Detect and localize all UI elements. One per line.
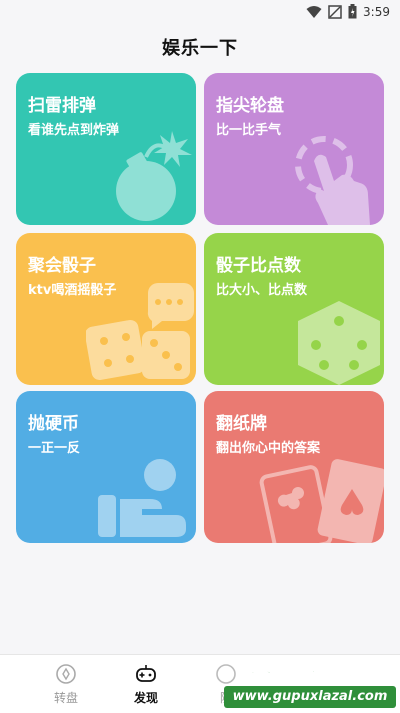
bomb-icon xyxy=(116,131,192,221)
card-title: 指尖轮盘 xyxy=(216,96,284,116)
nav-label: 发现 xyxy=(133,691,158,705)
no-signal-icon xyxy=(328,4,342,19)
watermark-logo: 谷普软件园 www.gupuxlazal.com xyxy=(220,652,396,712)
card-subtitle: 一正一反 xyxy=(28,441,81,456)
dice-icon xyxy=(298,301,380,385)
page-title: 娱乐一下 xyxy=(162,38,238,59)
card-dice-compare[interactable]: 骰子比点数 比大小、比点数 xyxy=(204,233,384,385)
card-title: 聚会骰子 xyxy=(28,256,96,276)
card-finger-roulette[interactable]: 指尖轮盘 比一比手气 xyxy=(204,73,384,225)
card-party-dice[interactable]: 聚会骰子 ktv喝酒摇骰子 xyxy=(16,233,196,385)
nav-item-wheel[interactable]: 转盘 xyxy=(26,655,106,713)
watermark-title: 谷普软件园 xyxy=(249,660,370,686)
dice-chat-icon xyxy=(86,283,194,381)
coin-hand-icon xyxy=(98,459,186,537)
card-flip-cards[interactable]: 翻纸牌 翻出你心中的答案 xyxy=(204,391,384,543)
status-time: 3:59 xyxy=(363,4,390,19)
wheel-icon xyxy=(56,664,76,684)
nav-label: 转盘 xyxy=(53,691,78,705)
card-title: 扫雷排弹 xyxy=(28,96,96,116)
card-minesweeper[interactable]: 扫雷排弹 看谁先点到炸弹 xyxy=(16,73,196,225)
card-title: 抛硬币 xyxy=(28,414,79,434)
card-subtitle: 比一比手气 xyxy=(216,123,282,138)
card-title: 骰子比点数 xyxy=(216,256,301,276)
card-coin-toss[interactable]: 抛硬币 一正一反 xyxy=(16,391,196,543)
title-bar: 娱乐一下 xyxy=(0,24,400,70)
nav-item-discover[interactable]: 发现 xyxy=(106,655,186,713)
watermark-url: www.gupuxlazal.com xyxy=(224,686,396,708)
gamepad-icon xyxy=(136,665,156,682)
card-title: 翻纸牌 xyxy=(216,414,267,434)
cards-icon xyxy=(259,459,384,543)
wifi-icon xyxy=(306,5,322,18)
status-icons: 3:59 xyxy=(306,4,390,19)
finger-tap-icon xyxy=(295,136,370,225)
battery-icon xyxy=(348,4,357,19)
status-bar: 3:59 xyxy=(0,0,400,24)
